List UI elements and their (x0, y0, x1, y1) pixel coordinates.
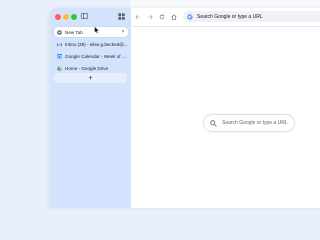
home-icon[interactable] (171, 14, 177, 20)
tab-label: New Tab (65, 29, 83, 35)
new-tab-button[interactable]: + (54, 73, 127, 83)
gmail-icon (57, 42, 62, 46)
drive-icon (57, 66, 62, 70)
page-search-box[interactable]: Search Google or type a URL (204, 115, 294, 131)
chrome-icon (57, 29, 62, 35)
google-g-icon (187, 13, 193, 20)
address-bar[interactable]: Search Google or type a URL (183, 11, 320, 22)
mouse-pointer-icon (94, 26, 100, 34)
close-window-button[interactable] (55, 14, 61, 20)
vertical-tab-sidebar: New Tab × Inbox (38) - elise.g.beckett@.… (50, 8, 131, 208)
back-arrow-icon[interactable] (135, 14, 141, 20)
minimize-window-button[interactable] (63, 14, 69, 20)
reload-icon[interactable] (159, 14, 165, 20)
plus-icon: + (88, 74, 93, 82)
toolbar-divider (131, 26, 320, 27)
tab-label: Inbox (38) - elise.g.beckett@... (65, 41, 128, 47)
calendar-icon (57, 53, 62, 59)
tab-label: Home - Google Drive (65, 65, 109, 71)
tab-label: Google Calendar - Week of M... (65, 53, 128, 59)
browser-window: New Tab × Inbox (38) - elise.g.beckett@.… (50, 8, 320, 208)
page-search-placeholder: Search Google or type a URL (222, 120, 288, 126)
close-tab-icon[interactable]: × (120, 29, 126, 35)
address-bar-placeholder: Search Google or type a URL (197, 13, 263, 20)
search-icon (210, 119, 217, 127)
tab-calendar[interactable]: Google Calendar - Week of M... (54, 51, 128, 61)
tab-new-tab[interactable]: New Tab × (54, 27, 128, 37)
tab-drive[interactable]: Home - Google Drive (54, 63, 128, 73)
tab-inbox[interactable]: Inbox (38) - elise.g.beckett@... (54, 39, 128, 49)
maximize-window-button[interactable] (71, 14, 77, 20)
tab-grid-icon[interactable] (118, 13, 125, 20)
forward-arrow-icon[interactable] (147, 14, 153, 20)
sidebar-toggle-icon[interactable] (81, 13, 88, 19)
